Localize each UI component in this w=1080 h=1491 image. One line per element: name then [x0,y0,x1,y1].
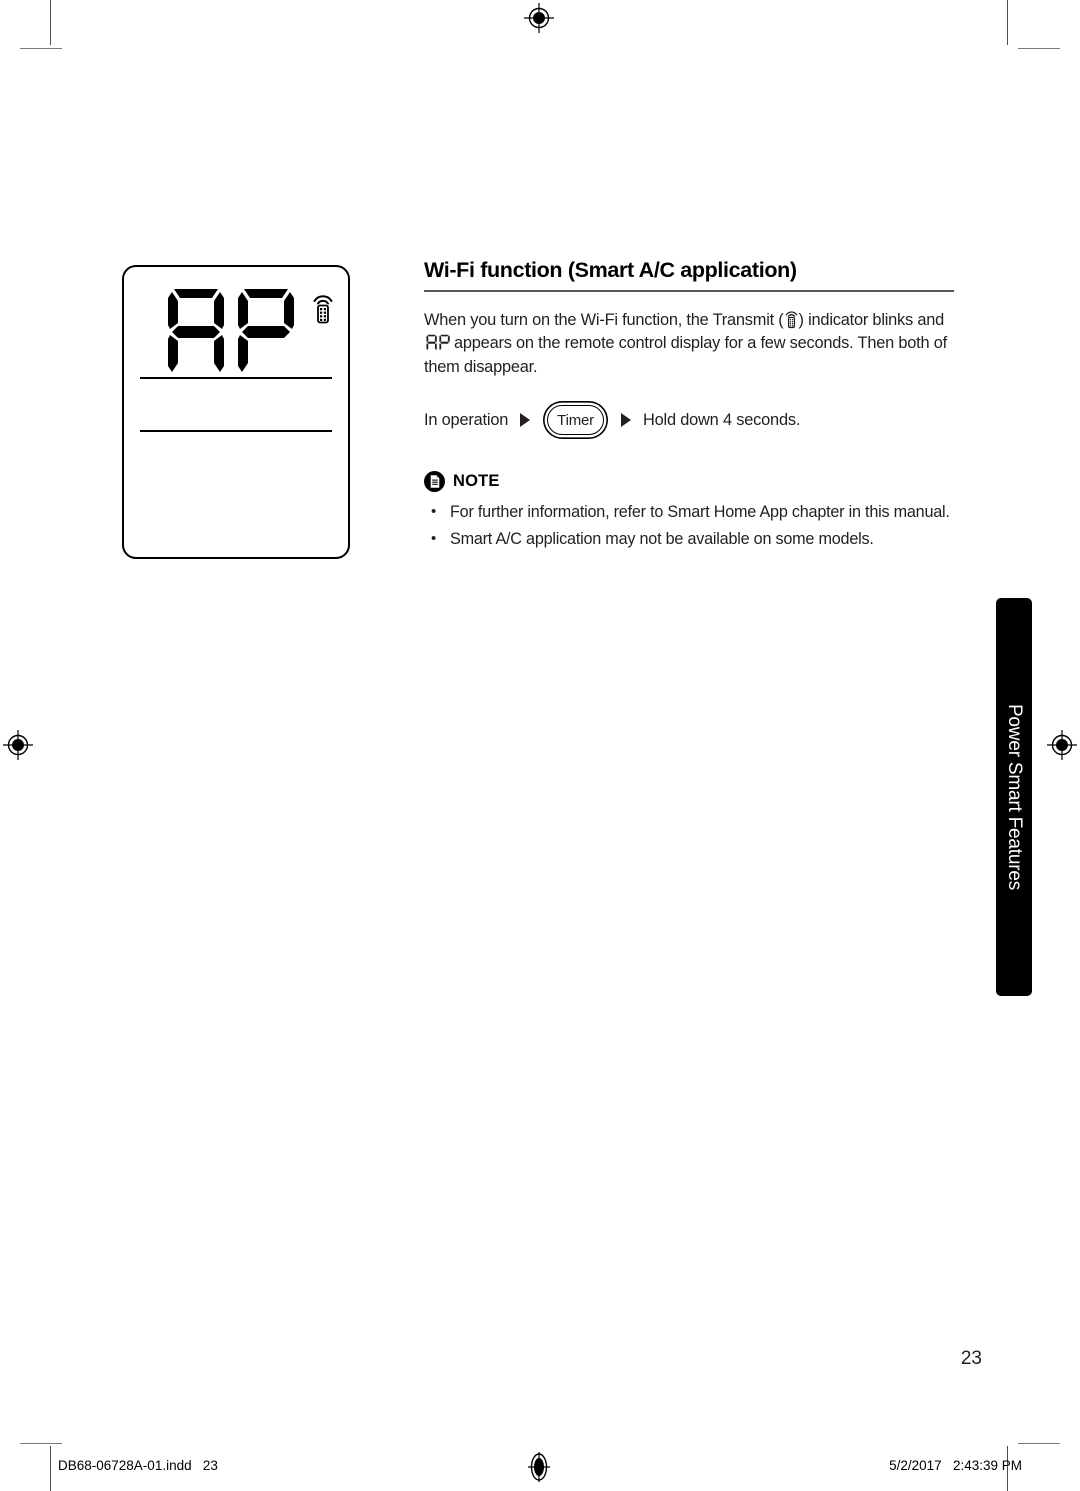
remote-control-lcd-display [122,265,350,559]
list-item: Smart A/C application may not be availab… [424,527,954,552]
right-triangle-icon [620,413,631,428]
manual-page: Wi-Fi function (Smart A/C application) W… [0,0,1080,1491]
registration-target-icon [3,730,33,760]
crop-mark-icon [50,0,51,45]
transmit-icon [313,295,333,324]
lcd-divider-line [140,377,332,379]
crop-mark-icon [20,48,62,49]
lcd-segment-text-ap-inline [426,334,450,351]
transmit-icon [785,310,797,328]
note-header: NOTE [424,471,954,493]
footer-file-name: DB68-06728A-01.indd 23 [58,1458,218,1473]
chapter-side-tab: Power Smart Features [996,598,1032,996]
chapter-side-tab-label: Power Smart Features [1004,703,1025,891]
timer-button[interactable]: Timer [547,405,604,436]
registration-target-icon [1047,730,1077,760]
note-label: NOTE [453,472,500,491]
crop-mark-icon [1007,0,1008,45]
lcd-segment-text-ap [168,289,294,372]
paragraph-text-part-2: ) indicator blinks and [798,310,945,329]
note-document-icon [424,471,445,493]
paragraph-text-part-3: appears on the remote control display fo… [424,334,947,376]
list-item: For further information, refer to Smart … [424,500,954,525]
section-content: Wi-Fi function (Smart A/C application) W… [424,258,954,554]
footer-timestamp: 5/2/2017 2:43:39 PM [889,1458,1022,1473]
operation-prefix-label: In operation [424,410,509,429]
crop-mark-icon [1018,48,1060,49]
crop-mark-icon [20,1443,62,1444]
note-list: For further information, refer to Smart … [424,500,954,552]
print-footer: DB68-06728A-01.indd 23 5/2/2017 2:43:39 … [0,1458,1080,1482]
crop-mark-icon [1018,1443,1060,1444]
right-triangle-icon [520,413,531,428]
title-divider [424,290,954,292]
lcd-divider-line [140,430,332,432]
operation-sequence: In operation Timer Hold down 4 seconds. [424,405,954,436]
paragraph-text-part-1: When you turn on the Wi-Fi function, the… [424,310,784,329]
registration-target-icon [524,3,554,33]
operation-suffix-label: Hold down 4 seconds. [642,410,801,429]
page-title: Wi-Fi function (Smart A/C application) [424,258,797,282]
intro-paragraph: When you turn on the Wi-Fi function, the… [424,309,954,380]
page-number: 23 [960,1348,982,1369]
